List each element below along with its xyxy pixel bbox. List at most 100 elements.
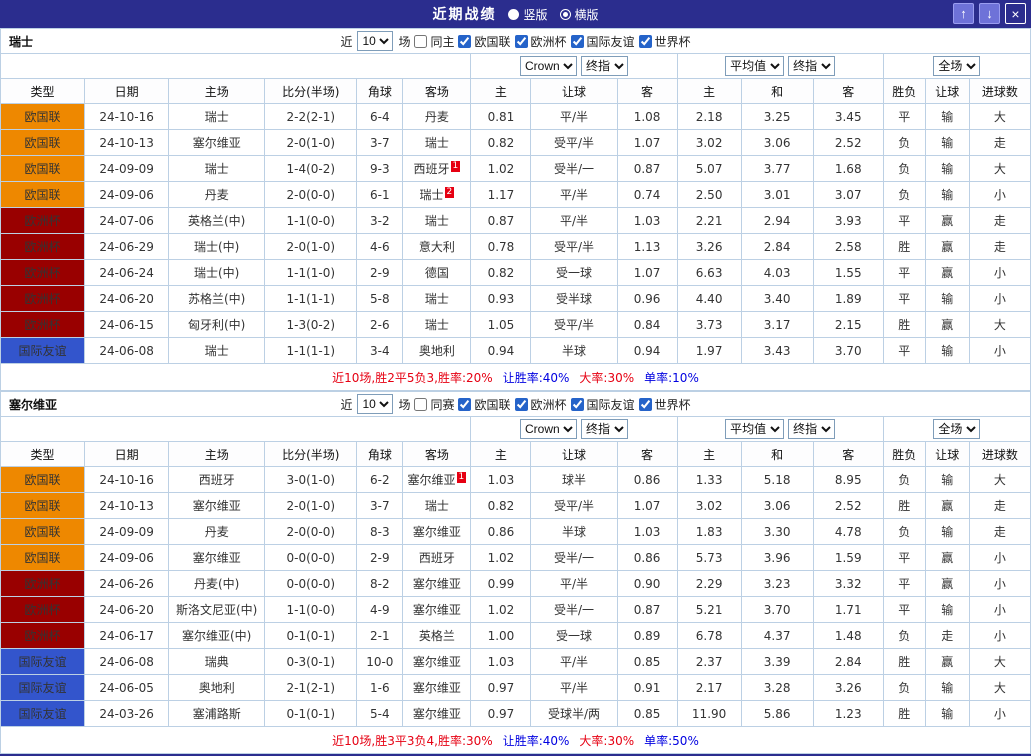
- match-date: 24-10-13: [84, 129, 170, 156]
- result-outcome: 胜: [882, 700, 926, 727]
- avg-home-odds: 11.90: [676, 700, 742, 727]
- match-date: 24-10-16: [84, 466, 170, 493]
- result-goals: 小: [968, 570, 1031, 597]
- odds-away: 0.86: [616, 544, 678, 571]
- away-team: 德国: [402, 259, 472, 286]
- home-team: 丹麦(中): [168, 570, 266, 597]
- home-team: 苏格兰(中): [168, 285, 266, 312]
- team-results-table: 瑞士近 10 场同主 欧国联 欧洲杯 国际友谊 世界杯 Crown 终指 平均值 终指 全场 类型 日期主…: [0, 28, 1031, 391]
- average-select[interactable]: 平均值: [725, 56, 785, 76]
- league-filter[interactable]: 欧国联: [457, 33, 511, 50]
- type-badge: 欧国联: [0, 181, 86, 208]
- avg-away-odds: 2.84: [812, 648, 884, 675]
- league-filter-checkbox[interactable]: [638, 397, 652, 411]
- league-filter-checkbox[interactable]: [638, 34, 652, 48]
- match-row: 欧洲杯 24-06-29 瑞士(中) 2-0(1-0) 4-6 意大利 0.78 受平/半 1.…: [0, 233, 1031, 260]
- type-badge: 欧洲杯: [0, 207, 86, 234]
- avg-draw-odds: 3.70: [740, 596, 814, 623]
- odds-home: 1.05: [470, 311, 532, 338]
- column-header: 进球数: [968, 78, 1031, 104]
- league-filter-checkbox[interactable]: [514, 397, 528, 411]
- away-team: 瑞士 2: [402, 181, 472, 208]
- type-badge: 欧洲杯: [0, 285, 86, 312]
- avg-draw-odds: 3.96: [740, 544, 814, 571]
- result-handicap: 输: [924, 466, 970, 493]
- odds-home: 0.87: [470, 207, 532, 234]
- odds-selects-row: Crown 终指 平均值 终指 全场: [0, 53, 1031, 79]
- odds-away: 1.07: [616, 129, 678, 156]
- same-filter-checkbox[interactable]: [414, 34, 428, 48]
- summary-segment: 让胜率:40%: [502, 733, 570, 748]
- away-team: 丹麦: [402, 103, 472, 130]
- avg-draw-odds: 2.84: [740, 233, 814, 260]
- league-filter-checkbox[interactable]: [458, 34, 472, 48]
- same-filter-checkbox[interactable]: [414, 397, 428, 411]
- fulltime-select[interactable]: 全场: [933, 419, 981, 439]
- avg-home-odds: 2.37: [676, 648, 742, 675]
- recent-count-select[interactable]: 10: [357, 394, 394, 414]
- league-filter-label: 国际友谊: [586, 34, 635, 49]
- corners: 8-3: [356, 518, 404, 545]
- league-filter-checkbox[interactable]: [458, 397, 472, 411]
- average-time-select[interactable]: 终指: [788, 56, 836, 76]
- odds-time-select[interactable]: 终指: [580, 419, 628, 439]
- same-filter[interactable]: 同主: [413, 33, 454, 50]
- bookmaker-select[interactable]: Crown: [519, 56, 577, 76]
- result-outcome: 平: [882, 596, 926, 623]
- avg-draw-odds: 3.06: [740, 129, 814, 156]
- match-date: 24-06-17: [84, 622, 170, 649]
- league-filter-checkbox[interactable]: [570, 397, 584, 411]
- odds-time-select[interactable]: 终指: [580, 56, 628, 76]
- avg-draw-odds: 3.06: [740, 492, 814, 519]
- corners: 10-0: [356, 648, 404, 675]
- type-badge: 欧洲杯: [0, 311, 86, 338]
- league-filter-checkbox[interactable]: [514, 34, 528, 48]
- column-header: 胜负: [882, 78, 926, 104]
- result-outcome: 胜: [882, 233, 926, 260]
- league-filter[interactable]: 世界杯: [638, 33, 691, 50]
- match-score: 2-2(2-1): [264, 103, 358, 130]
- result-goals: 大: [968, 311, 1031, 338]
- corners: 3-7: [356, 129, 404, 156]
- match-row: 欧国联 24-09-09 丹麦 2-0(0-0) 8-3 塞尔维亚 0.86 半球 1.03 1.…: [0, 518, 1031, 545]
- home-team: 瑞士(中): [168, 233, 266, 260]
- team-name: 瑞士: [9, 34, 34, 49]
- same-filter[interactable]: 同赛: [413, 396, 454, 413]
- titlebar-buttons: ↑ ↓ ×: [953, 3, 1026, 24]
- league-filter[interactable]: 世界杯: [638, 396, 691, 413]
- match-date: 24-09-09: [84, 155, 170, 182]
- close-button[interactable]: ×: [1005, 3, 1026, 24]
- fulltime-select[interactable]: 全场: [933, 56, 981, 76]
- summary-segment: 近10场,胜2平5负3,胜率:20%: [332, 370, 493, 385]
- corners: 8-2: [356, 570, 404, 597]
- recent-count-select[interactable]: 10: [357, 31, 394, 51]
- odds-away: 0.84: [616, 311, 678, 338]
- away-team: 塞尔维亚: [402, 570, 472, 597]
- type-badge: 欧洲杯: [0, 259, 86, 286]
- result-goals: 小: [968, 337, 1031, 364]
- column-header: 比分(半场): [264, 441, 358, 467]
- bookmaker-select[interactable]: Crown: [519, 419, 577, 439]
- league-filter-checkbox[interactable]: [570, 34, 584, 48]
- result-goals: 走: [968, 518, 1031, 545]
- match-date: 24-10-16: [84, 103, 170, 130]
- league-filter[interactable]: 国际友谊: [570, 396, 635, 413]
- home-team: 瑞士: [168, 337, 266, 364]
- summary-segment: 近10场,胜3平3负4,胜率:30%: [332, 733, 493, 748]
- league-filter[interactable]: 欧洲杯: [514, 396, 567, 413]
- view-option-horizontal[interactable]: 横版: [559, 6, 599, 23]
- league-filter[interactable]: 国际友谊: [570, 33, 635, 50]
- average-select[interactable]: 平均值: [725, 419, 785, 439]
- move-up-button[interactable]: ↑: [953, 3, 974, 24]
- view-option-vertical[interactable]: 竖版: [508, 6, 548, 23]
- average-time-select[interactable]: 终指: [788, 419, 836, 439]
- odds-handicap: 平/半: [530, 207, 618, 234]
- avg-home-odds: 5.73: [676, 544, 742, 571]
- result-handicap: 输: [924, 700, 970, 727]
- column-header: 主: [470, 441, 532, 467]
- league-filter[interactable]: 欧洲杯: [514, 33, 567, 50]
- move-down-button[interactable]: ↓: [979, 3, 1000, 24]
- odds-away: 1.03: [616, 518, 678, 545]
- league-filter[interactable]: 欧国联: [457, 396, 511, 413]
- odds-away: 0.94: [616, 337, 678, 364]
